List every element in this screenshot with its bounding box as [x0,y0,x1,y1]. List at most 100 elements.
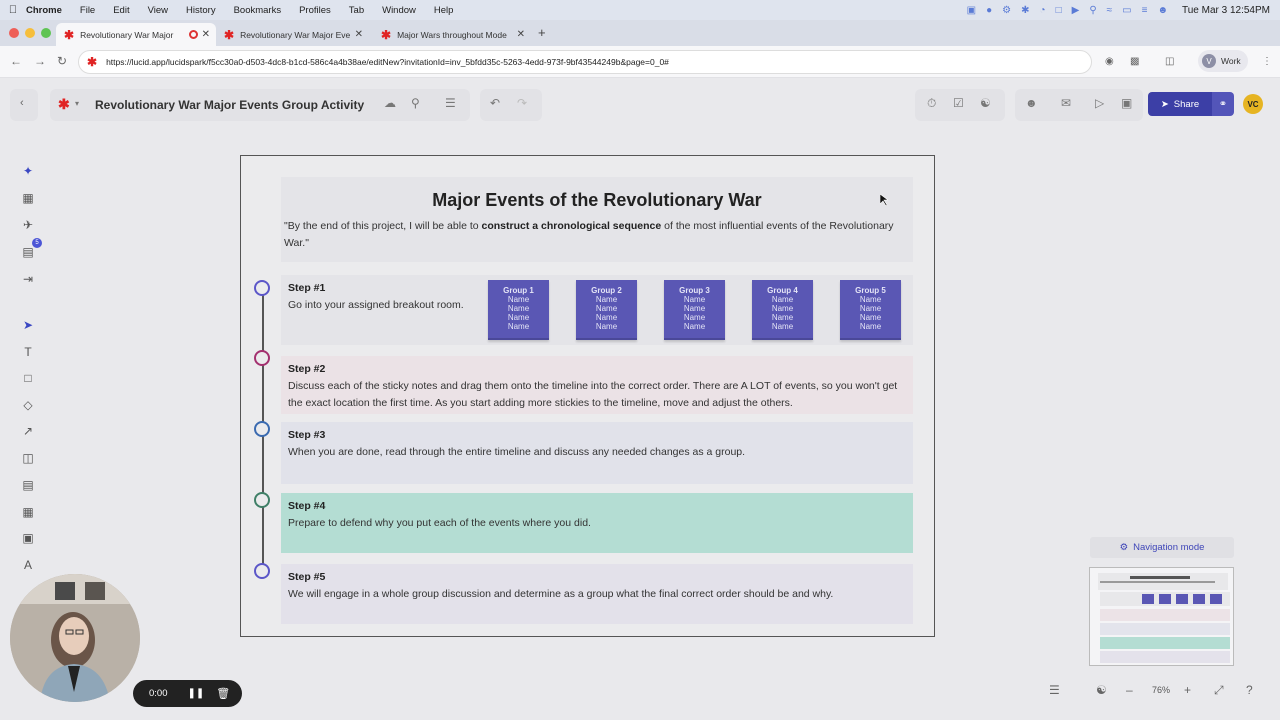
share-button[interactable]: ➤ Share [1148,92,1212,116]
control-center-icon[interactable]: ≡ [1142,5,1148,16]
pen-icon[interactable]: A [19,558,37,572]
fit-to-screen-icon[interactable]: ⤢ [1214,683,1224,698]
step-5-card[interactable]: Step #5 We will engage in a whole group … [281,564,913,624]
frame-icon[interactable]: ◫ [19,451,37,465]
menu-clock[interactable]: Tue Mar 3 12:54PM [1182,5,1270,16]
trash-icon[interactable]: 🗑 [216,687,230,700]
play-icon[interactable]: ▶ [1072,5,1080,16]
undo-icon[interactable]: ↶ [490,96,500,110]
minimize-window-button[interactable] [25,28,35,38]
zoom-in-icon[interactable]: + [1184,683,1191,697]
bluetooth-icon[interactable]: ✱ [1021,5,1029,16]
sidepanel-icon[interactable]: ◫ [1165,56,1174,67]
more-menu-icon[interactable]: ⋮ [1262,56,1272,67]
close-tab-icon[interactable]: ✕ [517,29,525,40]
timer-icon[interactable]: ◔ [1040,5,1046,16]
new-tab-icon[interactable]: + [538,25,546,40]
minimap[interactable] [1089,567,1234,666]
menu-icon[interactable]: ☰ [445,96,456,110]
search-icon[interactable]: ⚲ [1089,5,1096,16]
maximize-window-button[interactable] [41,28,51,38]
menu-tab[interactable]: Tab [349,5,364,16]
import-icon[interactable]: ⇥ [19,272,37,286]
redo-icon[interactable]: ↷ [517,96,527,110]
browser-tab-3[interactable]: ✱ Major Wars throughout Mode ✕ [373,23,531,46]
rocket-icon[interactable]: ✈ [19,218,37,232]
menu-bookmarks[interactable]: Bookmarks [234,5,282,16]
close-tab-icon[interactable]: ✕ [355,29,363,40]
cloud-saved-icon[interactable]: ☁ [384,96,396,110]
gear-icon[interactable]: ⚙ [1002,5,1011,16]
step-4-card[interactable]: Step #4 Prepare to defend why you put ea… [281,493,913,553]
container-icon[interactable]: ▣ [19,531,37,545]
address-bar[interactable]: ✱ https://lucid.app/lucidspark/f5cc30a0-… [78,50,1092,74]
screen-record-icon[interactable]: ▣ [967,5,976,16]
timeline-node-1[interactable] [254,280,270,296]
document-title[interactable]: Revolutionary War Major Events Group Act… [95,98,364,112]
menu-history[interactable]: History [186,5,216,16]
browser-tab-2[interactable]: ✱ Revolutionary War Major Eve ✕ [216,23,369,46]
back-icon[interactable]: ← [10,54,22,68]
browser-tab-1[interactable]: ✱ Revolutionary War Major ✕ [56,23,216,46]
menu-help[interactable]: Help [434,5,454,16]
battery-icon[interactable]: ▭ [1122,5,1131,16]
navigation-mode-button[interactable]: ⚙ Navigation mode [1090,537,1234,558]
help-icon[interactable]: ? [1246,683,1253,697]
table-icon[interactable]: ▦ [19,505,37,519]
circle-status-icon[interactable]: ● [986,5,992,16]
user-avatar[interactable]: VC [1243,94,1263,114]
navigate-icon[interactable]: ☯ [1096,683,1107,697]
profile-button[interactable]: V Work [1198,50,1248,72]
outline-list-icon[interactable]: ☰ [1049,683,1060,697]
vote-icon[interactable]: ☑ [953,96,964,110]
activity-board-frame[interactable]: Major Events of the Revolutionary War "B… [240,155,935,637]
template-icon[interactable]: ▦ [19,191,37,205]
board-title[interactable]: Major Events of the Revolutionary War [281,190,913,211]
group-2-sticky[interactable]: Group 2 Name Name Name Name [576,280,637,340]
collaborators-icon[interactable]: ☻ [1025,96,1038,110]
menu-profiles[interactable]: Profiles [299,5,331,16]
wifi-icon[interactable]: ≈ [1107,5,1113,16]
step-2-card[interactable]: Step #2 Discuss each of the sticky notes… [281,356,913,414]
back-to-documents-button[interactable]: ‹ [10,89,38,121]
zoom-out-icon[interactable]: – [1126,683,1133,697]
step-3-card[interactable]: Step #3 When you are done, read through … [281,422,913,484]
extensions-icon[interactable]: ▩ [1130,56,1139,67]
shapes-icon[interactable]: ◇ [19,398,37,412]
text-tool-icon[interactable]: T [19,345,37,359]
apple-icon[interactable]:  [0,4,26,16]
ai-sparkle-icon[interactable]: ✦ [19,164,37,178]
record-extension-icon[interactable]: ◉ [1105,56,1114,67]
private-mode-icon[interactable]: ☯ [980,96,991,110]
group-4-sticky[interactable]: Group 4 Name Name Name Name [752,280,813,340]
copy-link-button[interactable]: ⚭ [1212,92,1234,116]
lucid-logo-icon[interactable]: ✱ [58,96,70,113]
timeline-node-5[interactable] [254,563,270,579]
menu-edit[interactable]: Edit [113,5,129,16]
timer-icon[interactable]: ⏱ [927,96,936,111]
menu-app-name[interactable]: Chrome [26,5,62,16]
timeline-node-3[interactable] [254,421,270,437]
presentation-icon[interactable]: ▷ [1095,96,1104,110]
timeline-node-4[interactable] [254,492,270,508]
chevron-down-icon[interactable]: ▾ [75,99,79,108]
menu-view[interactable]: View [148,5,168,16]
comment-icon[interactable]: ✉ [1061,96,1071,110]
close-window-button[interactable] [9,28,19,38]
group-1-sticky[interactable]: Group 1 Name Name Name Name [488,280,549,340]
timeline-node-2[interactable] [254,350,270,366]
close-tab-icon[interactable]: ✕ [202,29,210,40]
forward-icon[interactable]: → [34,54,46,68]
menu-window[interactable]: Window [382,5,416,16]
search-icon[interactable]: ⚲ [411,96,420,110]
video-call-icon[interactable]: ▣ [1121,96,1132,110]
menu-file[interactable]: File [80,5,95,16]
reload-icon[interactable]: ↻ [57,54,67,68]
pause-icon[interactable]: ❚❚ [188,688,205,699]
user-icon[interactable]: ☻ [1157,5,1168,16]
sticky-note-icon[interactable]: □ [19,371,37,385]
zoom-level[interactable]: 76% [1152,685,1170,695]
image-icon[interactable]: ▤ [19,478,37,492]
group-3-sticky[interactable]: Group 3 Name Name Name Name [664,280,725,340]
learning-objective[interactable]: "By the end of this project, I will be a… [284,218,894,252]
